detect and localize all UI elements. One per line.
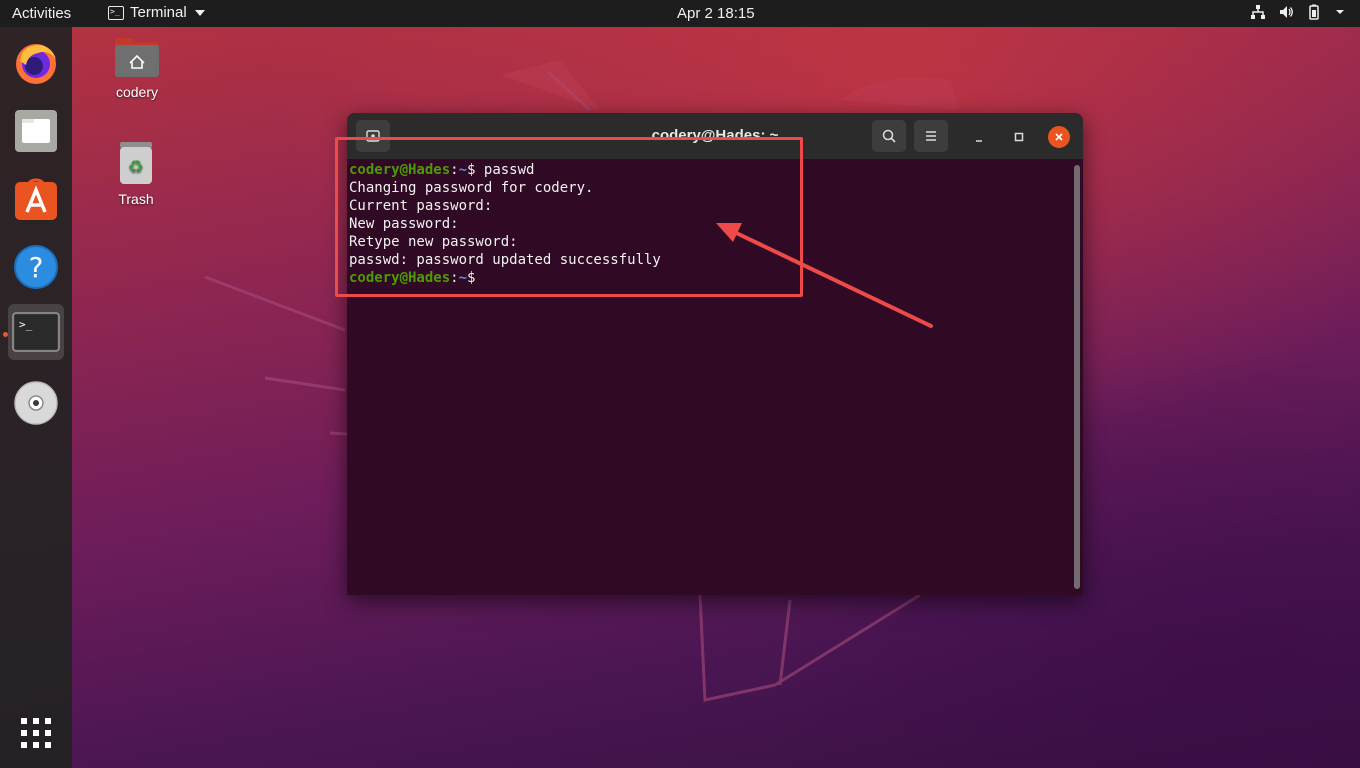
- annotation-arrow: [716, 223, 933, 328]
